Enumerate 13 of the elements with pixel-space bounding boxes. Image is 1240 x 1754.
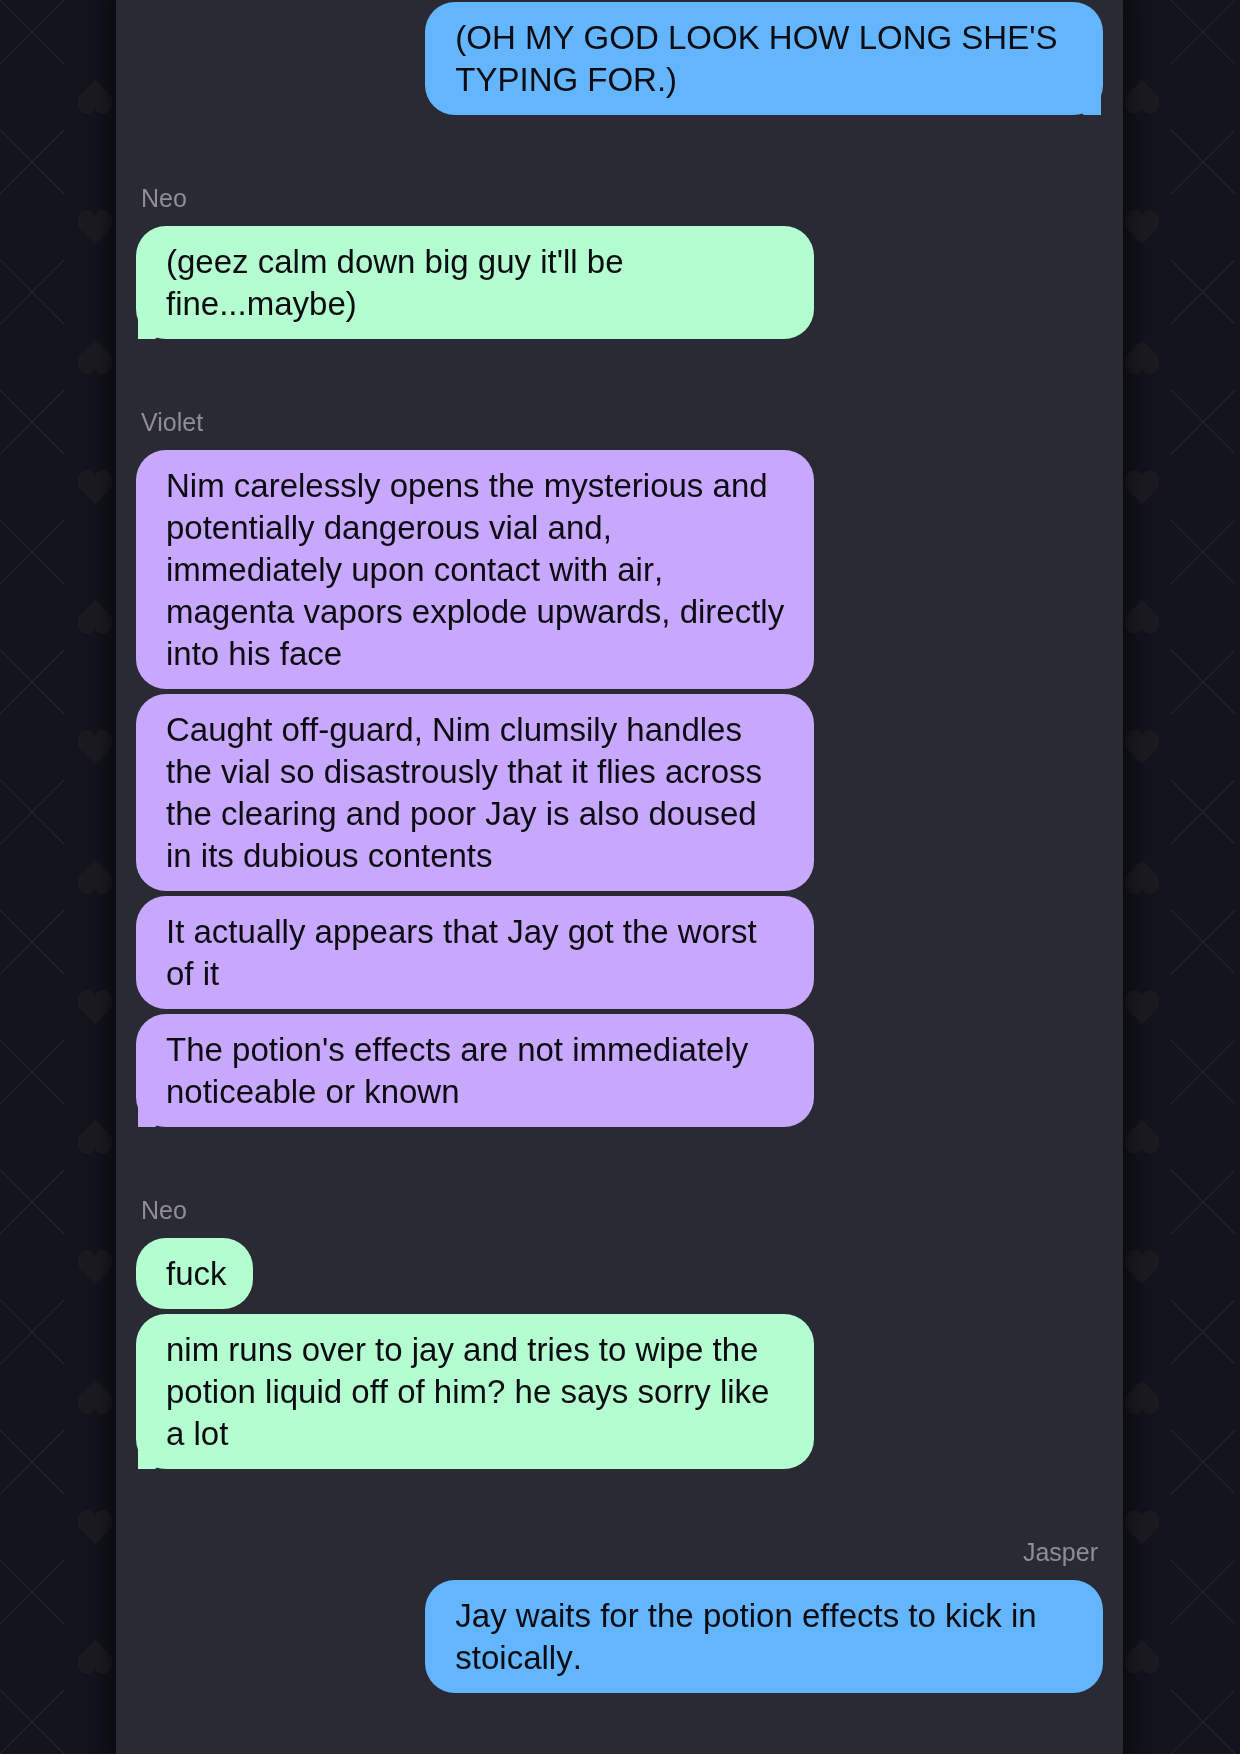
sender-name: Neo (141, 183, 187, 213)
message-bubble: Jay waits for the potion effects to kick in stoically. (425, 1580, 1103, 1693)
message-bubble: The potion's effects are not immediately noticeable or known (136, 1014, 814, 1127)
sender-name: Neo (141, 1195, 187, 1225)
sender-name: Violet (141, 407, 204, 437)
message-bubble: nim runs over to jay and tries to wipe the potion liquid off of him? he says sorry like a lot (136, 1314, 814, 1469)
message-bubble: Caught off-guard, Nim clumsily handles the vial so disastrously that it flies across the clearing and poor Jay is also doused in its dubious contents (136, 694, 814, 891)
sender-name: Jasper (1022, 1537, 1098, 1567)
message-bubble: fuck (136, 1238, 253, 1309)
message-bubble: (OH MY GOD LOOK HOW LONG SHE'S TYPING FOR.) (425, 2, 1103, 115)
message-bubble: (geez calm down big guy it'll be fine...maybe) (136, 226, 814, 339)
message-bubble: It actually appears that Jay got the worst of it (136, 896, 814, 1009)
message-bubble: Nim carelessly opens the mysterious and potentially dangerous vial and, immediately upon contact with air, magenta vapors explode upwards, directly into his face (136, 450, 814, 689)
